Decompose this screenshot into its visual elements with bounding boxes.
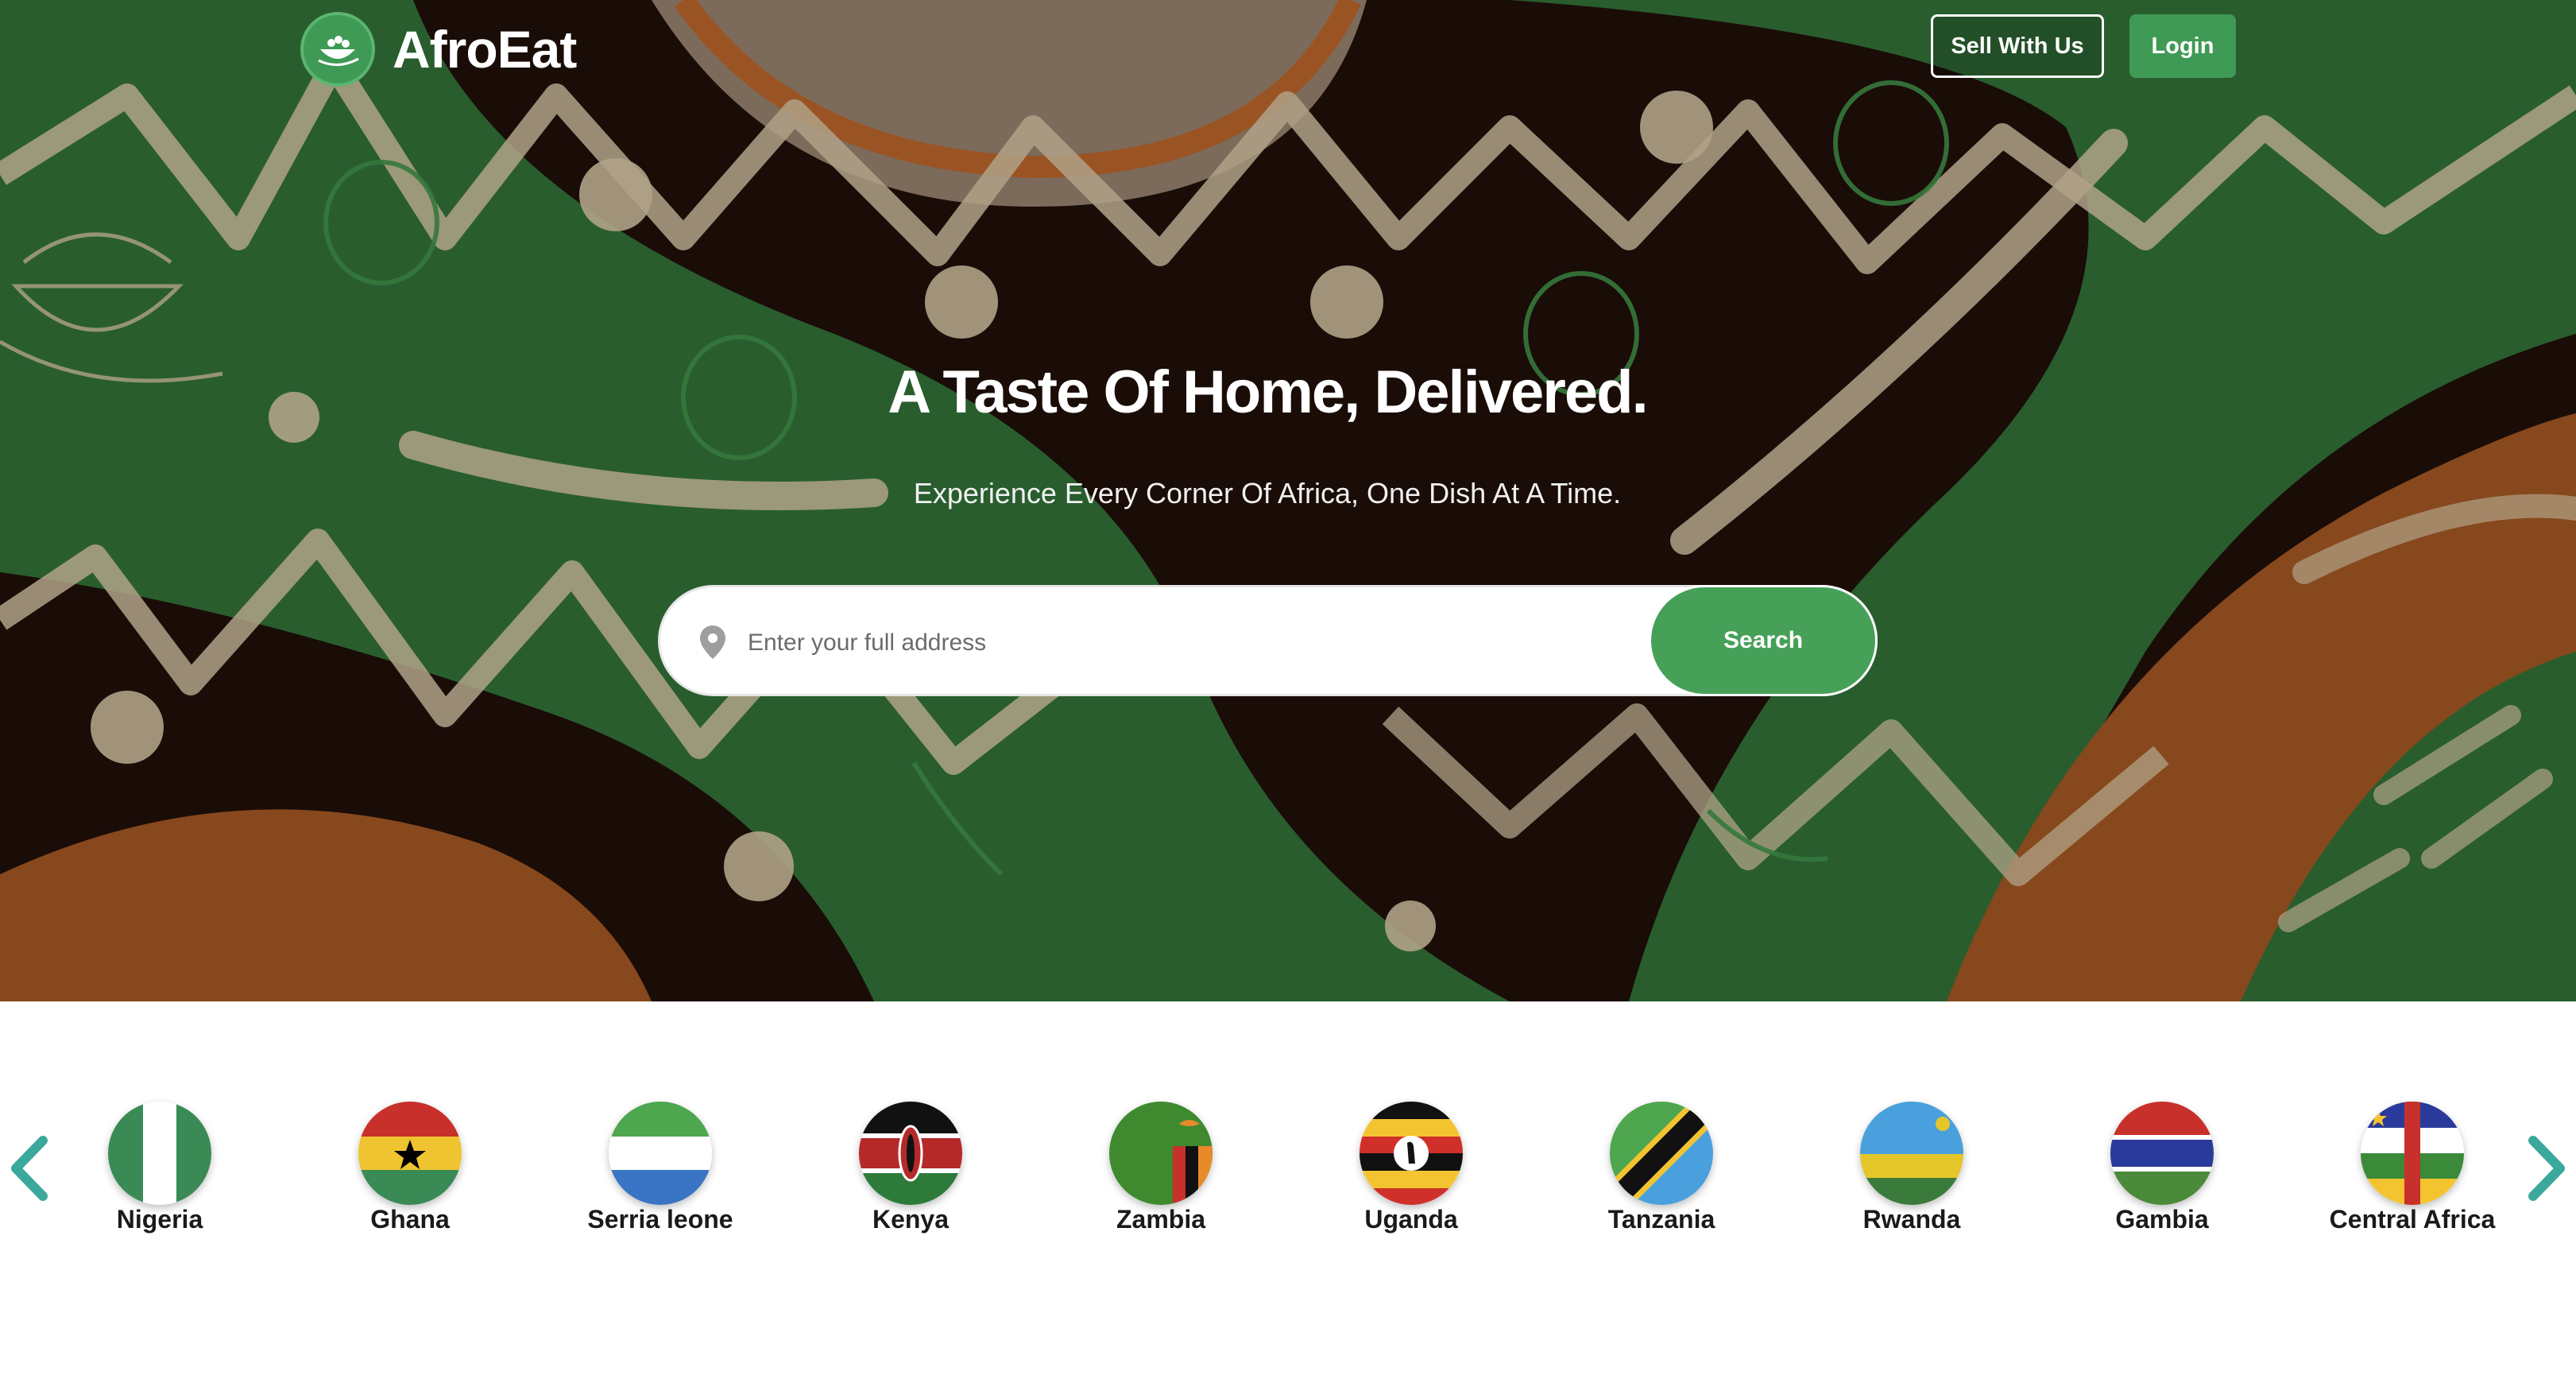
location-pin-icon: [700, 626, 725, 659]
country-item-rwanda[interactable]: Rwanda: [1793, 1102, 2031, 1234]
country-item-sierra-leone[interactable]: Serria leone: [541, 1102, 779, 1234]
brand-logo[interactable]: AfroEat: [300, 11, 577, 87]
address-input[interactable]: [748, 611, 1558, 675]
hero-headline: A Taste Of Home, Delivered.: [888, 358, 1648, 426]
ghana-flag-icon: [358, 1102, 462, 1205]
hero-section: AfroEat Sell With Us Login A Taste Of Ho…: [0, 0, 2576, 1001]
country-label: Uganda: [1364, 1205, 1458, 1234]
country-label: Tanzania: [1607, 1205, 1715, 1234]
country-item-zambia[interactable]: Zambia: [1042, 1102, 1280, 1234]
bowl-logo-icon: [300, 12, 375, 87]
tanzania-flag-icon: [1610, 1102, 1713, 1205]
gambia-flag-icon: [2110, 1102, 2214, 1205]
login-button[interactable]: Login: [2129, 14, 2236, 78]
country-label: Ghana: [370, 1205, 450, 1234]
country-item-ghana[interactable]: Ghana: [291, 1102, 529, 1234]
brand-name: AfroEat: [393, 20, 577, 79]
country-item-nigeria[interactable]: Nigeria: [41, 1102, 279, 1234]
sierra-leone-flag-icon: [609, 1102, 712, 1205]
country-item-gambia[interactable]: Gambia: [2043, 1102, 2281, 1234]
country-item-central-africa[interactable]: Central Africa: [2293, 1102, 2532, 1234]
country-label: Kenya: [872, 1205, 950, 1234]
rwanda-flag-icon: [1860, 1102, 1963, 1205]
uganda-flag-icon: [1360, 1102, 1463, 1205]
country-label: Nigeria: [116, 1205, 203, 1234]
country-label: Central Africa: [2329, 1205, 2496, 1234]
zambia-flag-icon: [1109, 1102, 1213, 1205]
country-carousel: Nigeria Ghana Serria leone Kenya Zambia …: [0, 1001, 2576, 1375]
search-button[interactable]: Search: [1649, 585, 1878, 696]
sell-with-us-button[interactable]: Sell With Us: [1931, 14, 2104, 78]
central-africa-flag-icon: [2361, 1102, 2464, 1205]
address-search-bar: Search: [658, 585, 1878, 696]
kenya-flag-icon: [859, 1102, 962, 1205]
country-item-uganda[interactable]: Uganda: [1292, 1102, 1530, 1234]
country-label: Serria leone: [587, 1205, 733, 1234]
country-label: Rwanda: [1862, 1205, 1961, 1234]
hero-subline: Experience Every Corner Of Africa, One D…: [913, 477, 1622, 509]
country-label: Gambia: [2115, 1205, 2209, 1234]
country-item-kenya[interactable]: Kenya: [791, 1102, 1030, 1234]
country-label: Zambia: [1116, 1205, 1206, 1234]
country-item-tanzania[interactable]: Tanzania: [1542, 1102, 1781, 1234]
nigeria-flag-icon: [108, 1102, 211, 1205]
